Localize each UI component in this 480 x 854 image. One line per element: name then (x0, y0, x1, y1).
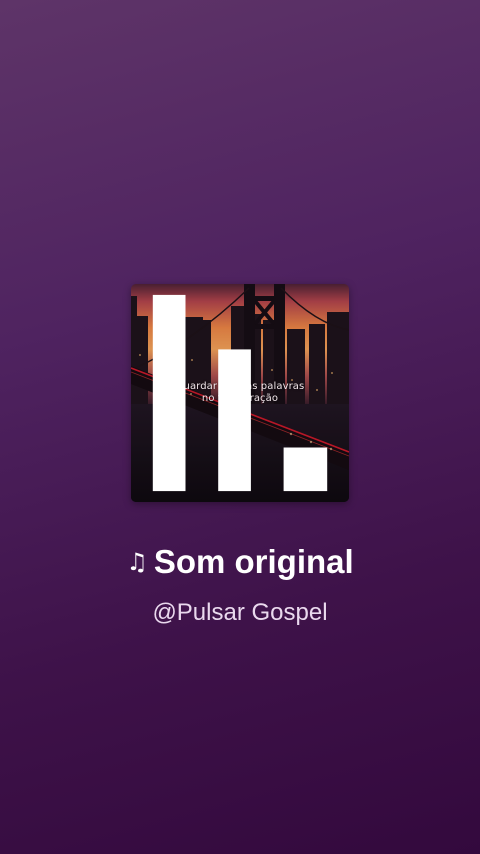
sound-title: Som original (153, 543, 354, 580)
sound-page: Guardar minhas palavras no teu coração ♫… (0, 0, 480, 854)
album-cover[interactable]: Guardar minhas palavras no teu coração (131, 284, 349, 502)
brand-logo-icon (152, 294, 328, 492)
sound-title-row: ♫ Som original (0, 540, 480, 584)
sound-author-link[interactable]: @Pulsar Gospel (0, 597, 480, 629)
music-note-icon: ♫ (126, 548, 148, 576)
